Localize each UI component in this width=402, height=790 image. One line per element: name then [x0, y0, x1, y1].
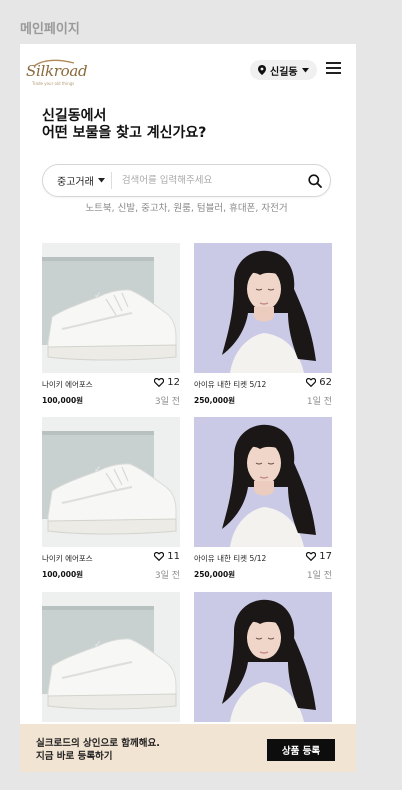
logo-swoosh-icon — [33, 59, 75, 67]
heart-icon — [154, 378, 165, 387]
like-number: 11 — [167, 551, 180, 562]
search-input[interactable] — [111, 175, 300, 186]
like-count[interactable]: 62 — [306, 377, 332, 388]
heart-icon — [154, 552, 165, 561]
banner-line-1: 실크로드의 상인으로 함께해요. — [36, 738, 160, 749]
like-count[interactable]: 11 — [154, 551, 180, 562]
product-card[interactable] — [194, 592, 332, 722]
product-card[interactable]: ✓ — [42, 592, 180, 722]
sneaker-photo: ✓ — [42, 417, 180, 547]
product-meta: 나이키 에어포스 12 100,000원 3일 전 — [42, 373, 180, 413]
heart-icon — [306, 378, 317, 387]
mobile-screen: Silkroad Trade your old things 신길동 신길동에서… — [20, 44, 356, 772]
product-card[interactable]: 아이유 내한 티켓 5/12 17 250,000원 1일 전 — [194, 417, 332, 587]
chevron-down-icon — [301, 67, 309, 72]
like-number: 12 — [167, 377, 180, 388]
product-title: 나이키 에어포스 — [42, 380, 93, 389]
person-photo — [194, 243, 332, 373]
posted-time: 3일 전 — [154, 397, 180, 407]
headline-line-1: 신길동에서 — [42, 108, 107, 124]
person-photo — [194, 417, 332, 547]
product-price: 100,000원 — [42, 396, 84, 405]
search-icon — [308, 173, 322, 188]
headline-line-2: 어떤 보물을 찾고 계신가요? — [42, 125, 207, 141]
product-card[interactable]: ✓ 나이키 에어포스 12 100,000원 3일 전 — [42, 243, 180, 413]
hamburger-menu-icon[interactable] — [326, 62, 342, 76]
product-price: 100,000원 — [42, 570, 84, 579]
frame-label: 메인페이지 — [20, 22, 80, 37]
product-card[interactable]: 아이유 내한 티켓 5/12 62 250,000원 1일 전 — [194, 243, 332, 413]
product-price: 250,000원 — [194, 396, 236, 405]
product-meta: 나이키 에어포스 11 100,000원 3일 전 — [42, 547, 180, 587]
heart-icon — [306, 552, 317, 561]
banner-text: 실크로드의 상인으로 함께해요. 지금 바로 등록하기 — [36, 737, 160, 763]
map-pin-icon — [258, 65, 266, 75]
silkroad-logo[interactable]: Silkroad Trade your old things — [26, 58, 88, 88]
search-bar: 중고거래 — [42, 164, 331, 197]
popular-keywords[interactable]: 노트북, 신발, 중고차, 원룸, 텀블러, 휴대폰, 자전거 — [42, 200, 331, 214]
like-count[interactable]: 12 — [154, 377, 180, 388]
register-product-button[interactable]: 상품 등록 — [267, 739, 335, 761]
product-price: 250,000원 — [194, 570, 236, 579]
posted-time: 1일 전 — [306, 397, 332, 407]
person-photo — [194, 592, 332, 722]
like-number: 62 — [319, 377, 332, 388]
location-label: 신길동 — [270, 66, 298, 78]
product-title: 아이유 내한 티켓 5/12 — [194, 554, 267, 563]
search-button[interactable] — [300, 166, 330, 196]
app-header: Silkroad Trade your old things 신길동 — [20, 44, 356, 100]
chevron-down-icon — [97, 178, 105, 183]
like-number: 17 — [319, 551, 332, 562]
search-category-label: 중고거래 — [57, 177, 94, 188]
product-meta: 아이유 내한 티켓 5/12 17 250,000원 1일 전 — [194, 547, 332, 587]
product-meta: 아이유 내한 티켓 5/12 62 250,000원 1일 전 — [194, 373, 332, 413]
posted-time: 1일 전 — [306, 571, 332, 581]
logo-tagline: Trade your old things — [32, 81, 75, 86]
banner-line-2: 지금 바로 등록하기 — [36, 751, 113, 762]
product-title: 나이키 에어포스 — [42, 554, 93, 563]
location-selector[interactable]: 신길동 — [250, 60, 317, 80]
page-headline: 신길동에서 어떤 보물을 찾고 계신가요? — [42, 108, 206, 142]
posted-time: 3일 전 — [154, 571, 180, 581]
like-count[interactable]: 17 — [306, 551, 332, 562]
seller-banner: 실크로드의 상인으로 함께해요. 지금 바로 등록하기 상품 등록 — [20, 724, 356, 772]
product-card[interactable]: ✓ 나이키 에어포스 11 100,000원 3일 전 — [42, 417, 180, 587]
search-category-dropdown[interactable]: 중고거래 — [43, 172, 112, 189]
sneaker-photo: ✓ — [42, 243, 180, 373]
sneaker-photo: ✓ — [42, 592, 180, 722]
product-title: 아이유 내한 티켓 5/12 — [194, 380, 267, 389]
